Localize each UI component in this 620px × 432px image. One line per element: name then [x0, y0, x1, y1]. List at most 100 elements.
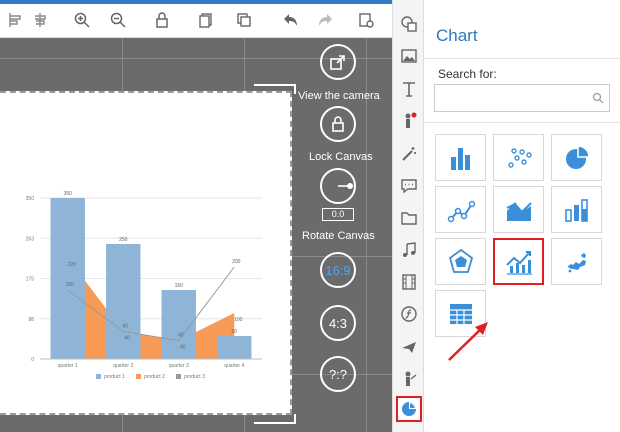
x-tick-label: quarter 4: [224, 363, 244, 369]
chart-tool-button[interactable]: [396, 396, 422, 422]
zoom-out-button[interactable]: [106, 8, 130, 32]
area-value-label: 100: [234, 317, 243, 323]
divider: [424, 58, 620, 59]
folder-icon: [401, 212, 417, 225]
effects-tool-button[interactable]: [396, 141, 422, 167]
legend-label: product 3: [184, 374, 205, 380]
pointer-arrow-icon: [448, 322, 488, 361]
ratio-4-3-button[interactable]: 4:3: [320, 305, 356, 341]
expand-icon: [330, 55, 345, 70]
search-input[interactable]: [434, 84, 610, 112]
map-chart-tile[interactable]: [551, 238, 602, 285]
rotate-dial[interactable]: [320, 168, 356, 204]
copy-button[interactable]: [194, 8, 218, 32]
line-value-label: 200: [232, 259, 241, 265]
bar-value-label: 50: [231, 329, 237, 335]
radar-chart-icon: [448, 248, 473, 273]
search-icon[interactable]: [592, 92, 604, 104]
lock-button[interactable]: [150, 8, 174, 32]
radar-chart-tile[interactable]: [435, 238, 486, 285]
legend-swatch: [96, 374, 101, 379]
character-tool-button[interactable]: [396, 108, 422, 134]
shape-tool-button[interactable]: [396, 11, 422, 37]
formula-tool-button[interactable]: [396, 301, 422, 327]
pie-chart-icon: [402, 402, 416, 416]
combo-chart-tile[interactable]: [493, 238, 544, 285]
image-tool-button[interactable]: [396, 43, 422, 69]
caption-tool-button[interactable]: [396, 173, 422, 199]
presenter-tool-button[interactable]: [396, 366, 422, 392]
chart-panel: Chart Search for:: [424, 0, 620, 432]
ratio-16-9-button[interactable]: 16:9: [320, 252, 356, 288]
video-tool-button[interactable]: [396, 269, 422, 295]
map-chart-icon: [567, 252, 586, 272]
legend-label: product 1: [104, 374, 125, 380]
preview-icon: [359, 13, 374, 28]
shape-icon: [401, 16, 417, 32]
panel-title: Chart: [436, 26, 478, 45]
line-value-label: 150: [66, 282, 75, 288]
pie-chart-tile[interactable]: [551, 134, 602, 181]
area-chart-tile[interactable]: [493, 186, 544, 233]
y-tick-label: 0: [31, 357, 34, 363]
line-value-label: 60: [122, 323, 128, 329]
y-tick-label: 263: [26, 236, 35, 242]
character-icon: [405, 112, 417, 128]
lock-icon: [156, 12, 168, 28]
area-value-label: 60: [124, 335, 130, 341]
bar-quarter-4: [217, 336, 252, 359]
align-icon: [9, 13, 21, 27]
music-tool-button[interactable]: [396, 237, 422, 263]
copy-icon: [199, 13, 212, 28]
layers-button[interactable]: [232, 8, 256, 32]
scatter-chart-icon: [507, 147, 532, 168]
stacked-bar-tile[interactable]: [551, 186, 602, 233]
line-chart-tile[interactable]: [435, 186, 486, 233]
folder-tool-button[interactable]: [396, 205, 422, 231]
camera-frame-corner: [254, 414, 296, 424]
divider: [424, 122, 620, 123]
bar-value-label: 250: [119, 237, 128, 243]
ratio-custom-button[interactable]: ?:?: [320, 356, 356, 392]
stacked-bar-icon: [564, 198, 588, 222]
magic-wand-icon: [402, 147, 416, 161]
layers-icon: [237, 13, 251, 27]
scatter-chart-tile[interactable]: [493, 134, 544, 181]
combo-chart[interactable]: 350 263 175 88 0 350 250 150 50 220 60 40 100 150 60 40…: [0, 93, 290, 413]
undo-icon: [284, 14, 297, 26]
x-tick-label: quarter 3: [169, 363, 189, 369]
bar-chart-tile[interactable]: [435, 134, 486, 181]
zoom-in-button[interactable]: [70, 8, 94, 32]
align-button[interactable]: [4, 8, 28, 32]
airplane-icon: [402, 342, 416, 353]
top-toolbar: [0, 0, 392, 38]
editor-stage[interactable]: 350 263 175 88 0 350 250 150 50 220 60 40 100 150 60 40…: [0, 38, 392, 432]
preview-button[interactable]: [354, 8, 378, 32]
bar-value-label: 150: [175, 283, 184, 289]
search-label: Search for:: [438, 67, 497, 81]
view-camera-label: View the camera: [298, 90, 380, 102]
lock-canvas-button[interactable]: [320, 106, 356, 142]
legend-swatch: [176, 374, 181, 379]
animation-tool-button[interactable]: [396, 334, 422, 360]
film-icon: [402, 274, 416, 290]
rotate-value[interactable]: 0.0: [322, 208, 354, 221]
distribute-button[interactable]: [28, 8, 52, 32]
rotate-handle-icon: [338, 183, 353, 189]
slide-canvas[interactable]: 350 263 175 88 0 350 250 150 50 220 60 40 100 150 60 40…: [0, 91, 292, 415]
undo-button[interactable]: [278, 8, 302, 32]
redo-icon: [319, 14, 332, 26]
bar-value-label: 350: [64, 191, 73, 197]
music-note-icon: [403, 242, 416, 257]
area-chart-icon: [506, 201, 532, 221]
view-camera-button[interactable]: [320, 44, 356, 80]
presenter-icon: [405, 371, 417, 386]
redo-button[interactable]: [314, 8, 338, 32]
zoom-in-icon: [74, 12, 90, 28]
x-tick-label: quarter 2: [113, 363, 133, 369]
line-chart-icon: [447, 200, 475, 222]
image-icon: [401, 49, 417, 63]
speech-bubble-icon: [401, 179, 417, 194]
y-tick-label: 350: [26, 196, 35, 202]
text-tool-button[interactable]: [396, 76, 422, 102]
